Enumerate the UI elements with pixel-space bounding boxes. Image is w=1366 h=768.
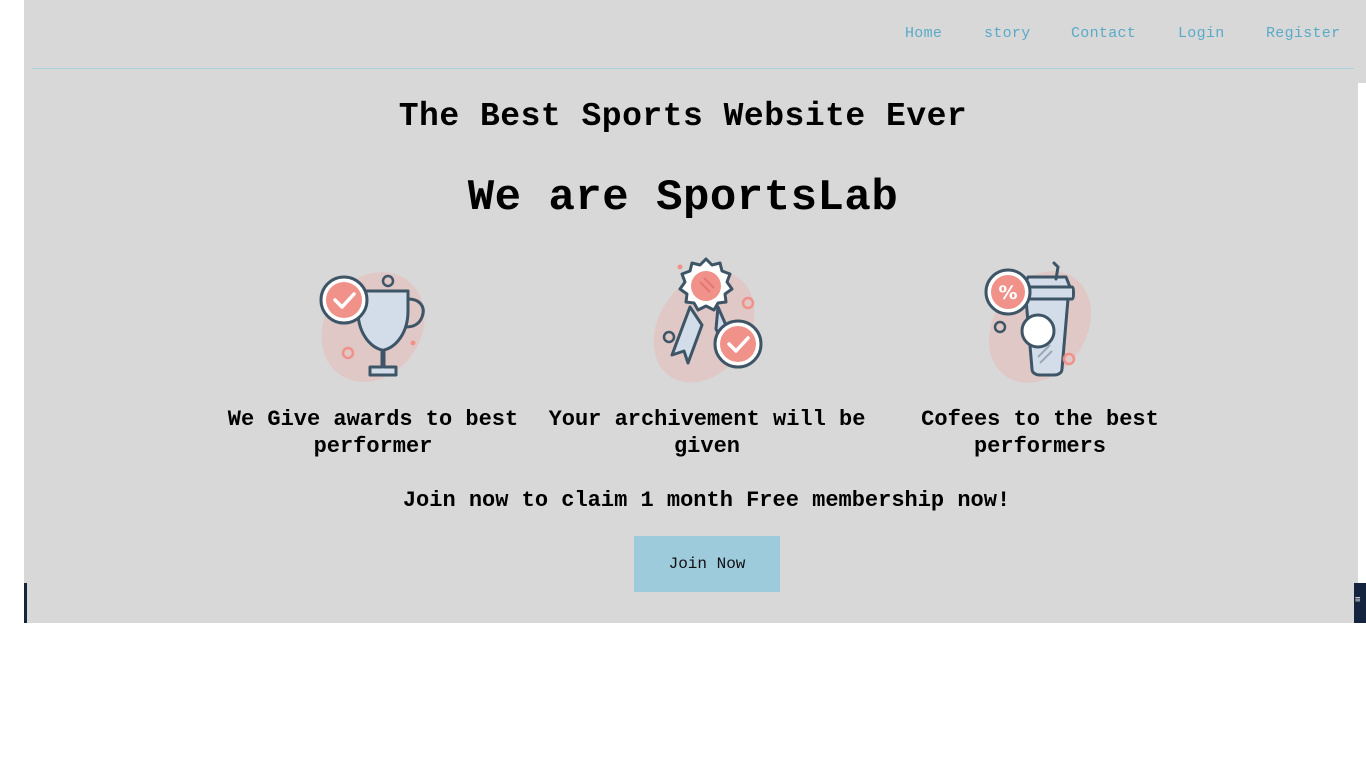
nav-divider — [32, 68, 1354, 69]
award-ribbon-check-icon — [642, 255, 772, 387]
nav-link-home[interactable]: Home — [905, 25, 942, 42]
coffee-cup-percent-icon: % — [974, 255, 1104, 387]
join-now-button[interactable]: Join Now — [634, 536, 780, 592]
nav-link-contact[interactable]: Contact — [1071, 25, 1136, 42]
page-subtitle: We are SportsLab — [467, 173, 899, 223]
trophy-check-icon — [308, 255, 438, 387]
nav-link-story[interactable]: story — [984, 25, 1031, 42]
feature-awards-text: We Give awards to best performer — [227, 407, 519, 459]
nav-link-login[interactable]: Login — [1178, 25, 1225, 42]
nav-link-register[interactable]: Register — [1266, 25, 1340, 42]
top-navigation: Home story Contact Login Register — [0, 0, 1366, 68]
feature-coffee-text: Cofees to the best performers — [921, 407, 1159, 459]
panel-shadow-left — [24, 583, 27, 623]
svg-text:%: % — [998, 282, 1017, 304]
feature-achievement-text: Your archivement will be given — [548, 407, 866, 459]
promo-text: Join now to claim 1 month Free membershi… — [402, 488, 1011, 513]
edge-glyph: ≡ — [1355, 595, 1361, 605]
page-title: The Best Sports Website Ever — [398, 98, 968, 135]
